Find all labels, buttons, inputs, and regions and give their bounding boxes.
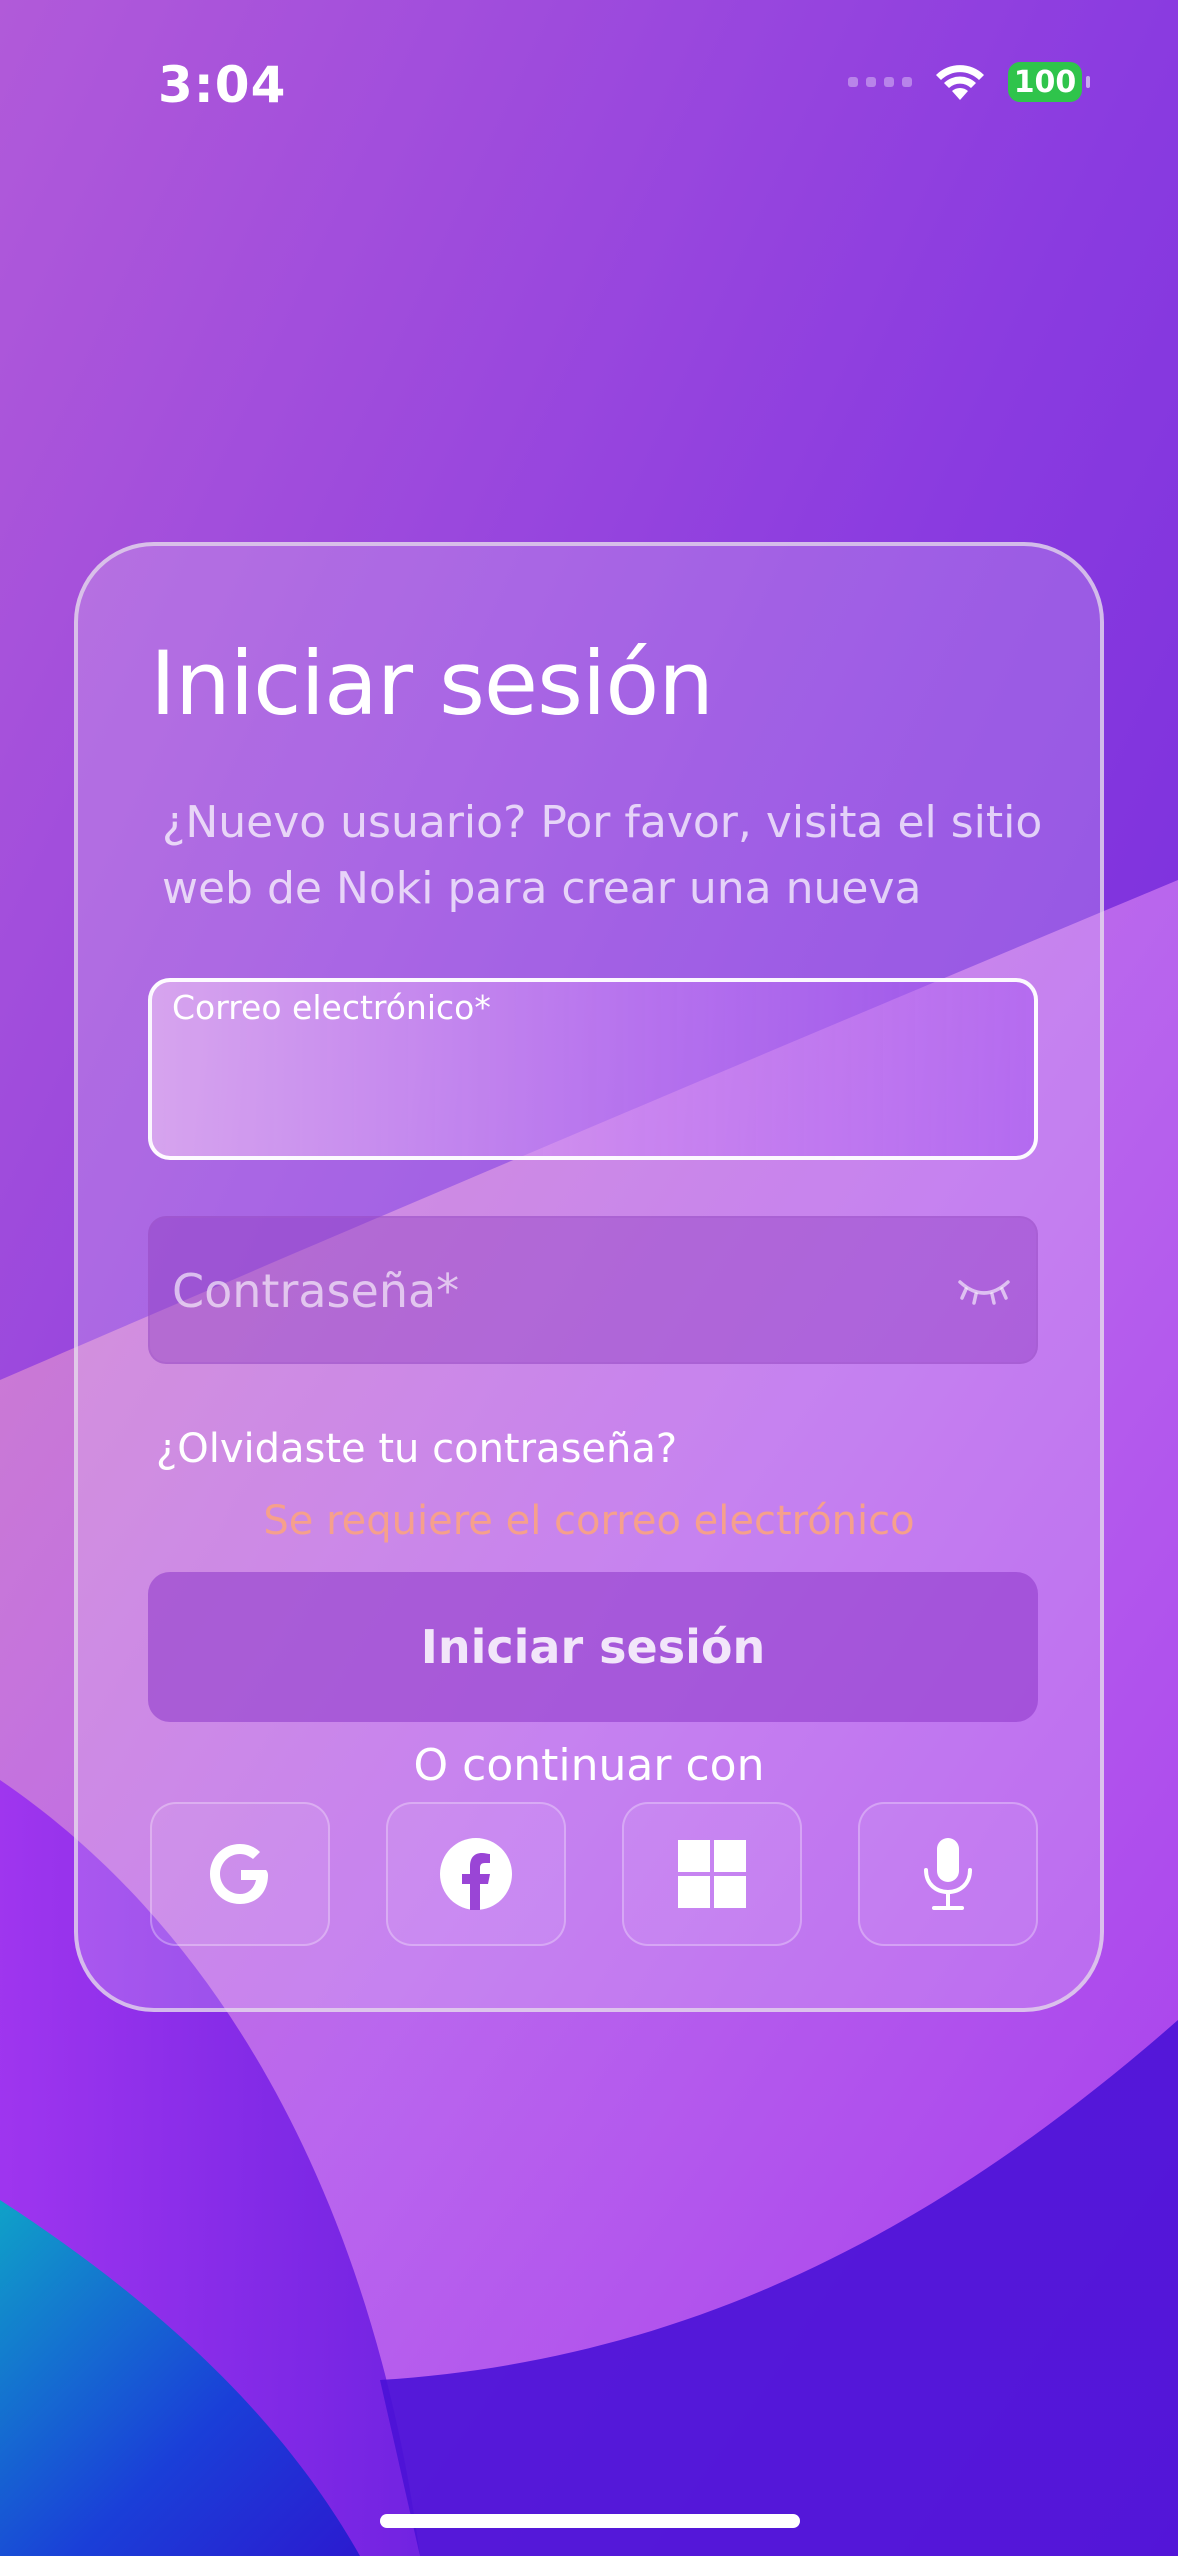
google-login-button[interactable] [150, 1802, 330, 1946]
windows-login-button[interactable] [622, 1802, 802, 1946]
email-label: Correo electrónico* [172, 988, 491, 1027]
password-field[interactable] [148, 1216, 1038, 1364]
cellular-signal-icon [848, 77, 912, 87]
status-time: 3:04 [158, 56, 287, 114]
page-title: Iniciar sesión [150, 632, 714, 735]
wifi-icon [936, 65, 984, 100]
email-input[interactable] [172, 1042, 1014, 1142]
continue-with-label: O continuar con [413, 1740, 765, 1791]
facebook-icon [440, 1838, 512, 1910]
social-login-row [150, 1802, 1040, 1946]
new-user-message: ¿Nuevo usuario? Por favor, visita el sit… [162, 797, 1043, 914]
home-indicator[interactable] [380, 2514, 800, 2528]
password-input[interactable] [170, 1218, 934, 1364]
email-field[interactable]: Correo electrónico* [148, 978, 1038, 1160]
login-screen: 3:04 100 Iniciar sesión ¿Nuevo usuario? … [0, 0, 1178, 2556]
voice-login-button[interactable] [858, 1802, 1038, 1946]
login-card: Iniciar sesión ¿Nuevo usuario? Por favor… [74, 542, 1104, 2012]
windows-icon [678, 1840, 746, 1908]
eye-closed-icon[interactable] [954, 1270, 1014, 1310]
login-button[interactable]: Iniciar sesión [148, 1572, 1038, 1722]
microphone-icon [924, 1838, 972, 1910]
forgot-password-link[interactable]: ¿Olvidaste tu contraseña? [156, 1426, 677, 1472]
email-required-error: Se requiere el correo electrónico [263, 1498, 915, 1544]
battery-icon: 100 [1008, 62, 1090, 102]
google-icon [210, 1844, 268, 1904]
facebook-login-button[interactable] [386, 1802, 566, 1946]
status-indicators: 100 [848, 62, 1090, 102]
